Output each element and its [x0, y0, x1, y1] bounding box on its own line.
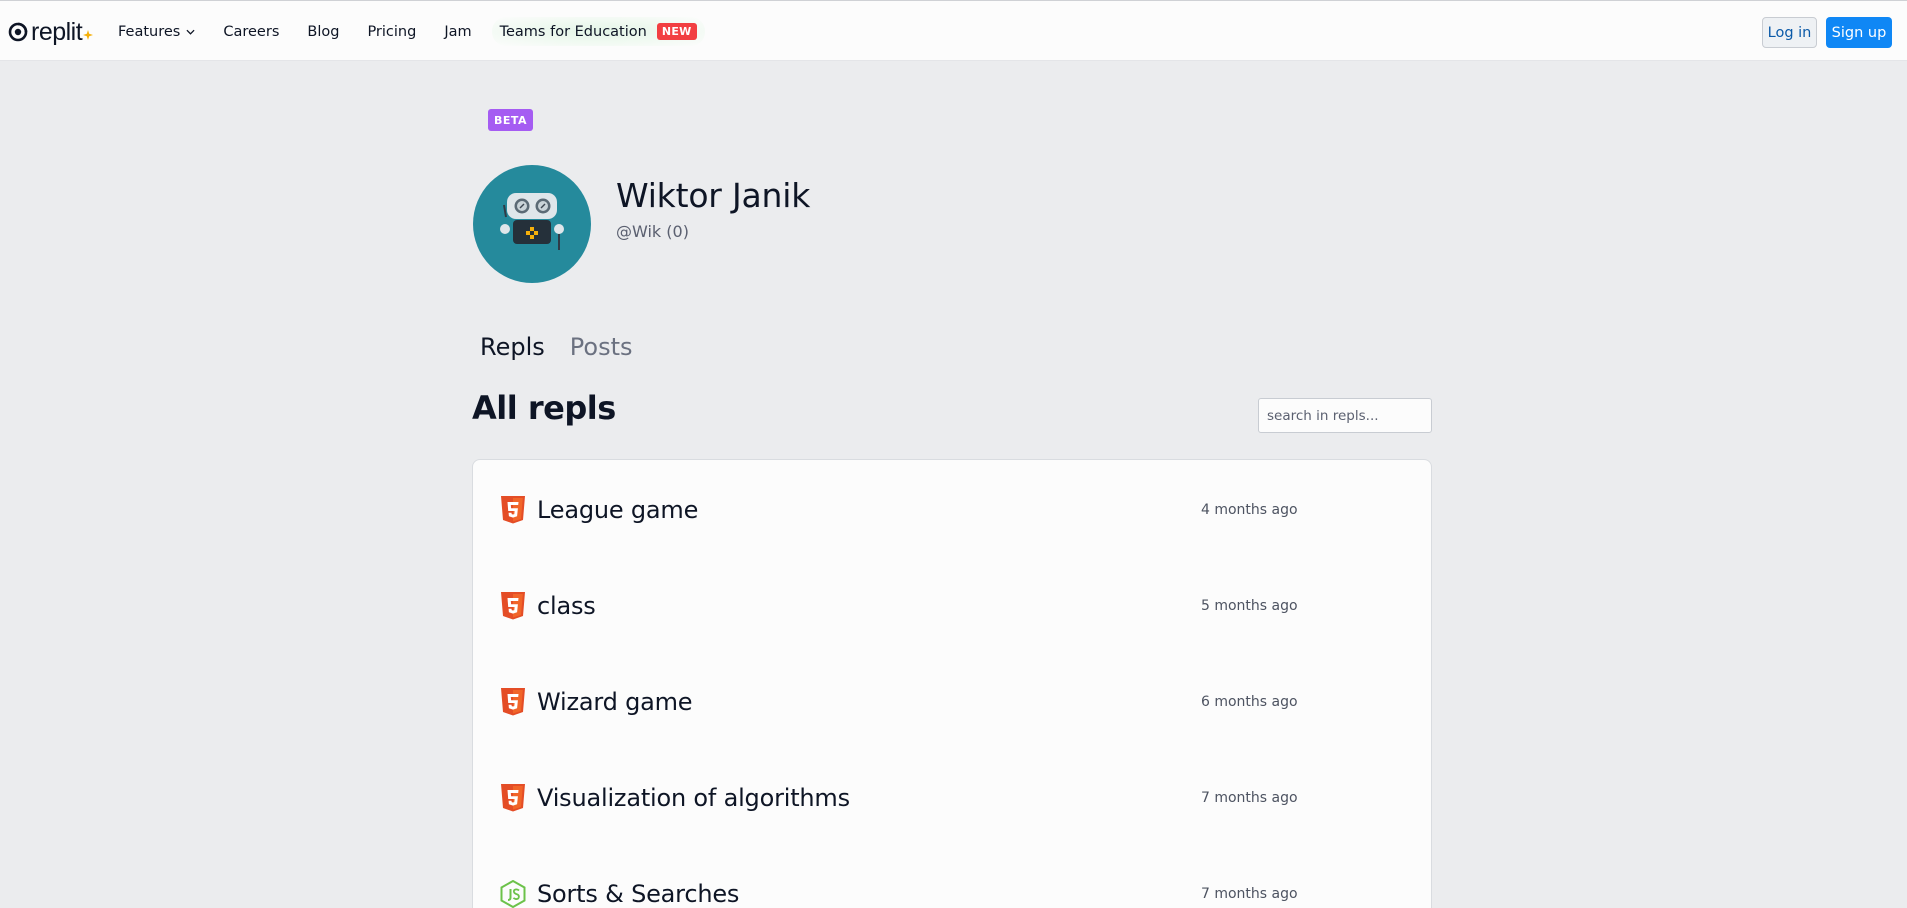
nav-pricing[interactable]: Pricing [367, 24, 416, 40]
logo-text: replit [31, 18, 83, 46]
signup-button[interactable]: Sign up [1826, 17, 1892, 48]
html5-icon [500, 496, 526, 524]
nav-features-label: Features [118, 23, 181, 40]
repl-time: 4 months ago [1201, 502, 1298, 518]
repl-time: 5 months ago [1201, 598, 1298, 614]
repl-time: 6 months ago [1201, 694, 1298, 710]
search-repls-input[interactable] [1258, 398, 1432, 433]
repl-item[interactable]: Visualization of algorithms 7 months ago [473, 768, 1431, 828]
nav-blog[interactable]: Blog [307, 24, 339, 40]
top-nav-bar: replit Features Careers Blog Pricing Jam… [0, 0, 1907, 61]
nav-teams-label: Teams for Education [499, 23, 647, 40]
nav-careers[interactable]: Careers [223, 24, 279, 40]
repl-item[interactable]: class 5 months ago [473, 576, 1431, 636]
avatar [473, 165, 591, 283]
repl-item[interactable]: Sorts & Searches 7 months ago [473, 864, 1431, 908]
replit-logo-icon [8, 22, 28, 42]
beta-badge: BETA [488, 109, 533, 131]
repl-time: 7 months ago [1201, 886, 1298, 902]
repl-item[interactable]: League game 4 months ago [473, 480, 1431, 540]
repl-item[interactable]: Wizard game 6 months ago [473, 672, 1431, 732]
profile-handle: @Wik (0) [616, 222, 689, 241]
nav-features[interactable]: Features [118, 24, 195, 40]
repl-title: class [537, 592, 596, 620]
main-nav: Features Careers Blog Pricing Jam Teams … [118, 1, 733, 62]
nav-jam[interactable]: Jam [444, 24, 471, 40]
section-title: All repls [472, 389, 616, 427]
nav-teams-for-education[interactable]: Teams for Education NEW [491, 17, 705, 46]
new-badge: NEW [656, 23, 697, 40]
html5-icon [500, 688, 526, 716]
robot-avatar-icon [500, 193, 564, 250]
spark-icon [83, 30, 94, 40]
tab-repls[interactable]: Repls [480, 333, 545, 361]
html5-icon [500, 784, 526, 812]
repl-title: Sorts & Searches [537, 880, 740, 908]
chevron-down-icon [186, 29, 195, 35]
repl-title: Visualization of algorithms [537, 784, 850, 812]
repl-list: League game 4 months ago class 5 months … [472, 459, 1432, 908]
login-button[interactable]: Log in [1762, 17, 1817, 48]
replit-logo[interactable]: replit [8, 18, 94, 46]
repl-title: Wizard game [537, 688, 693, 716]
repl-title: League game [537, 496, 699, 524]
profile-name: Wiktor Janik [616, 176, 811, 215]
nodejs-icon [500, 880, 526, 908]
profile-tabs: Repls Posts [480, 333, 658, 361]
repl-time: 7 months ago [1201, 790, 1298, 806]
tab-posts[interactable]: Posts [570, 333, 633, 361]
html5-icon [500, 592, 526, 620]
